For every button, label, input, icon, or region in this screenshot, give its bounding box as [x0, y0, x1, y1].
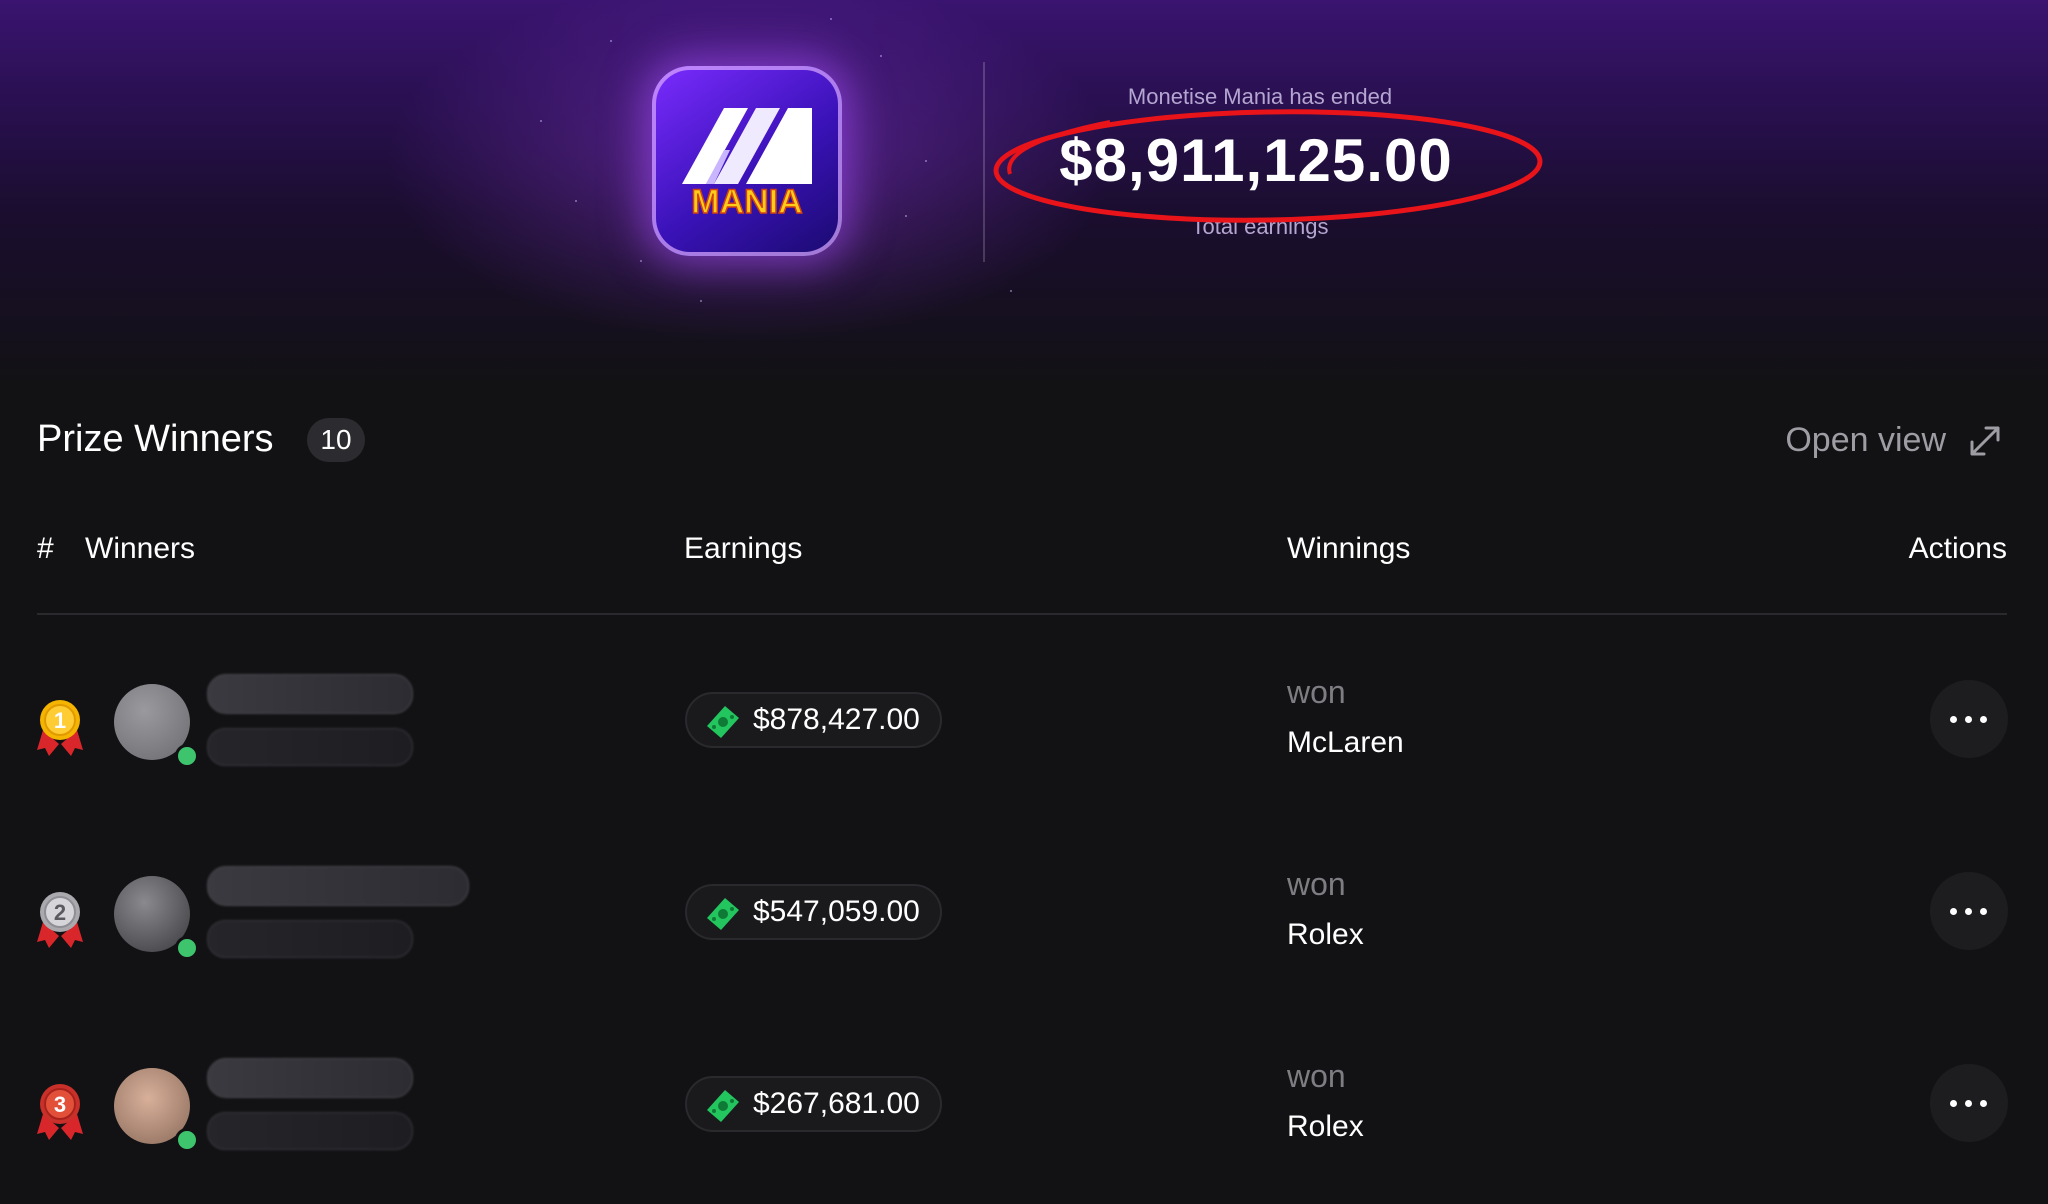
- column-actions: Actions: [1908, 532, 2007, 565]
- more-horizontal-icon: [1950, 908, 1957, 915]
- column-winners: Winners: [85, 532, 196, 565]
- won-label: won: [1287, 674, 1346, 710]
- table-row: 1 $878,427.00 won McLaren: [37, 674, 2008, 794]
- earnings-value: $878,427.00: [753, 703, 920, 736]
- online-status-indicator: [175, 744, 199, 768]
- more-horizontal-icon: [1950, 716, 1957, 723]
- earnings-pill: $547,059.00: [685, 884, 942, 940]
- open-view-button[interactable]: Open view: [1785, 421, 2002, 460]
- cash-icon: [707, 706, 739, 738]
- table-divider: [37, 613, 2007, 615]
- svg-text:MANIA: MANIA: [691, 183, 802, 221]
- earnings-value: $547,059.00: [753, 895, 920, 928]
- earnings-pill: $878,427.00: [685, 692, 942, 748]
- winner-name-redacted: [207, 674, 413, 714]
- won-label: won: [1287, 1058, 1346, 1094]
- table-row: 2 $547,059.00 won Rolex: [37, 866, 2008, 986]
- winner-name-redacted: [207, 866, 469, 906]
- svg-text:3: 3: [54, 1092, 66, 1117]
- column-earnings: Earnings: [684, 532, 803, 565]
- won-label: won: [1287, 866, 1346, 902]
- mania-logo-icon: MANIA: [682, 108, 812, 222]
- more-actions-button[interactable]: [1930, 872, 2008, 950]
- winner-handle-redacted: [207, 1112, 413, 1150]
- cash-icon: [707, 1090, 739, 1122]
- column-winnings: Winnings: [1287, 532, 1411, 565]
- winner-handle-redacted: [207, 920, 413, 958]
- prize-name: Rolex: [1287, 1110, 1364, 1143]
- column-rank: #: [37, 532, 54, 565]
- red-highlight-annotation: [993, 109, 1543, 223]
- winner-handle-redacted: [207, 728, 413, 766]
- svg-text:1: 1: [54, 708, 66, 733]
- section-title: Prize Winners: [37, 418, 274, 460]
- winner-name-redacted: [207, 1058, 413, 1098]
- medal-icon: 3: [37, 1084, 83, 1140]
- more-horizontal-icon: [1950, 1100, 1957, 1107]
- medal-icon: 2: [37, 892, 83, 948]
- app-logo: MANIA: [652, 66, 842, 256]
- earnings-value: $267,681.00: [753, 1087, 920, 1120]
- winners-count-badge: 10: [307, 418, 365, 462]
- svg-text:2: 2: [54, 900, 66, 925]
- earnings-pill: $267,681.00: [685, 1076, 942, 1132]
- more-actions-button[interactable]: [1930, 680, 2008, 758]
- open-view-label: Open view: [1785, 421, 1946, 459]
- more-actions-button[interactable]: [1930, 1064, 2008, 1142]
- online-status-indicator: [175, 1128, 199, 1152]
- table-header: # Winners Earnings Winnings Actions: [37, 532, 2007, 568]
- medal-icon: 1: [37, 700, 83, 756]
- prize-name: Rolex: [1287, 918, 1364, 951]
- hero-banner: MANIA Monetise Mania has ended $8,911,12…: [0, 0, 2048, 390]
- table-row: 3 $267,681.00 won Rolex: [37, 1058, 2008, 1178]
- expand-diagonal-icon: [1970, 426, 2000, 455]
- prize-name: McLaren: [1287, 726, 1404, 759]
- cash-icon: [707, 898, 739, 930]
- hero-divider: [983, 62, 985, 262]
- online-status-indicator: [175, 936, 199, 960]
